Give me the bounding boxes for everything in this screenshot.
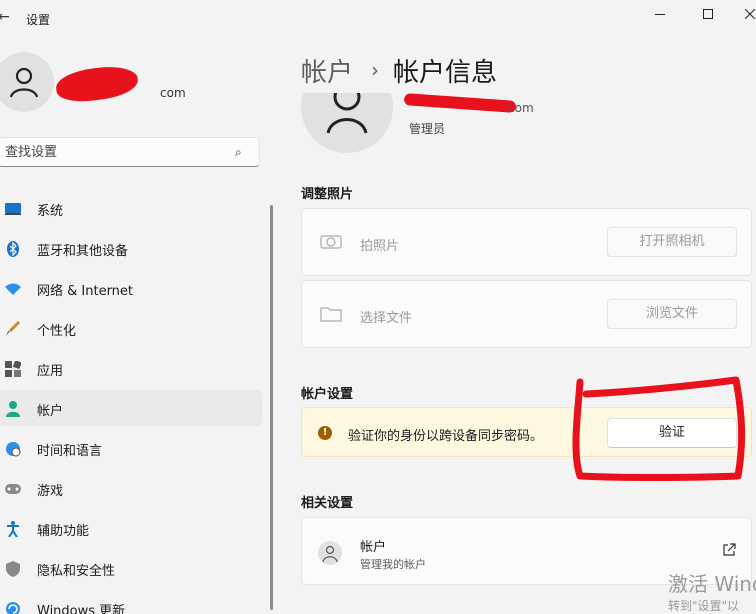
- minimize-icon: [655, 13, 665, 15]
- maximize-icon: [703, 9, 713, 19]
- external-link-icon: [723, 543, 736, 556]
- user-email: com: [160, 86, 186, 100]
- related-account-subtitle: 管理我的帐户: [360, 558, 426, 571]
- redaction-mark: [54, 63, 140, 105]
- search-input[interactable]: [5, 142, 225, 162]
- account-email: com: [508, 101, 534, 115]
- choose-file-label: 选择文件: [360, 311, 413, 326]
- sidebar-item-time-language[interactable]: 时间和语言: [0, 430, 262, 466]
- sidebar-item-label: 系统: [37, 204, 64, 219]
- sidebar-item-bluetooth[interactable]: 蓝牙和其他设备: [0, 230, 262, 266]
- open-camera-button[interactable]: 打开照相机: [607, 227, 737, 257]
- sidebar-item-system[interactable]: 系统: [0, 190, 262, 226]
- shield-icon: [5, 561, 21, 577]
- back-arrow-icon[interactable]: ←: [0, 9, 10, 25]
- page-title: 帐户信息: [393, 57, 498, 88]
- verify-identity-text: 验证你的身份以跨设备同步密码。: [348, 429, 544, 444]
- sidebar-item-label: 辅助功能: [37, 524, 90, 539]
- breadcrumb-parent[interactable]: 帐户: [301, 52, 353, 89]
- globe-clock-icon: [5, 441, 21, 457]
- apps-icon: [5, 361, 21, 377]
- person-icon: [326, 93, 368, 134]
- minimize-button[interactable]: [648, 4, 672, 24]
- sidebar-item-label: 隐私和安全性: [37, 564, 116, 579]
- chevron-right-icon: ›: [371, 58, 380, 82]
- user-avatar: [0, 52, 54, 112]
- sidebar-item-label: 时间和语言: [37, 444, 103, 459]
- sidebar-item-label: 网络 & Internet: [37, 284, 134, 299]
- sidebar-item-label: 游戏: [37, 484, 64, 499]
- browse-files-button[interactable]: 浏览文件: [607, 299, 737, 329]
- sidebar-item-label: 应用: [37, 364, 64, 379]
- related-account-title: 帐户: [360, 540, 387, 555]
- camera-icon: [320, 231, 342, 253]
- wifi-icon: [5, 281, 21, 297]
- person-icon: [5, 401, 21, 417]
- sidebar-item-label: 蓝牙和其他设备: [37, 244, 129, 259]
- close-button[interactable]: [738, 4, 756, 24]
- account-avatar-small: [318, 541, 342, 565]
- person-icon: [9, 67, 39, 98]
- sidebar-item-network[interactable]: 网络 & Internet: [0, 270, 262, 306]
- section-title-adjust-photo: 调整照片: [301, 187, 354, 202]
- warning-icon: !: [318, 426, 332, 440]
- take-photo-label: 拍照片: [360, 239, 400, 254]
- sidebar-item-accounts[interactable]: 帐户: [0, 390, 262, 426]
- verify-button[interactable]: 验证: [607, 418, 737, 448]
- breadcrumb: 帐户 › 帐户信息: [301, 52, 497, 88]
- sidebar-item-accessibility[interactable]: 辅助功能: [0, 510, 262, 546]
- folder-icon: [320, 303, 342, 325]
- sidebar-item-personalization[interactable]: 个性化: [0, 310, 262, 346]
- sidebar-item-label: 帐户: [37, 404, 64, 419]
- search-icon[interactable]: ⌕: [235, 145, 242, 160]
- title-bar: ← 设置: [0, 0, 756, 36]
- redaction-mark: [403, 93, 517, 113]
- bluetooth-icon: [5, 241, 21, 257]
- sidebar-item-gaming[interactable]: 游戏: [0, 470, 262, 506]
- section-title-related-settings: 相关设置: [301, 496, 354, 511]
- verify-identity-card: ! 验证你的身份以跨设备同步密码。 验证: [301, 407, 752, 457]
- sidebar-item-label: 个性化: [37, 324, 77, 339]
- sidebar-scrollbar[interactable]: [270, 205, 273, 610]
- brush-icon: [5, 321, 21, 337]
- maximize-button[interactable]: [696, 4, 720, 24]
- activation-watermark-sub: 转到"设置"以: [668, 599, 740, 613]
- gamepad-icon: [5, 481, 21, 497]
- sidebar-item-windows-update[interactable]: Windows 更新: [0, 590, 262, 614]
- sidebar-item-apps[interactable]: 应用: [0, 350, 262, 386]
- update-icon: [5, 601, 21, 614]
- account-avatar: [301, 93, 393, 153]
- monitor-icon: [5, 201, 21, 217]
- take-photo-card: 拍照片 打开照相机: [301, 208, 752, 276]
- section-title-account-settings: 帐户设置: [301, 387, 354, 402]
- window-title: 设置: [26, 13, 51, 27]
- account-role: 管理员: [409, 122, 446, 136]
- sidebar-item-label: Windows 更新: [37, 604, 126, 614]
- choose-file-card: 选择文件 浏览文件: [301, 280, 752, 348]
- accessibility-icon: [5, 521, 21, 537]
- activation-watermark: 激活 Wind: [668, 572, 756, 596]
- search-box[interactable]: ⌕: [0, 137, 260, 167]
- close-icon: [745, 9, 755, 19]
- sidebar-item-privacy[interactable]: 隐私和安全性: [0, 550, 262, 586]
